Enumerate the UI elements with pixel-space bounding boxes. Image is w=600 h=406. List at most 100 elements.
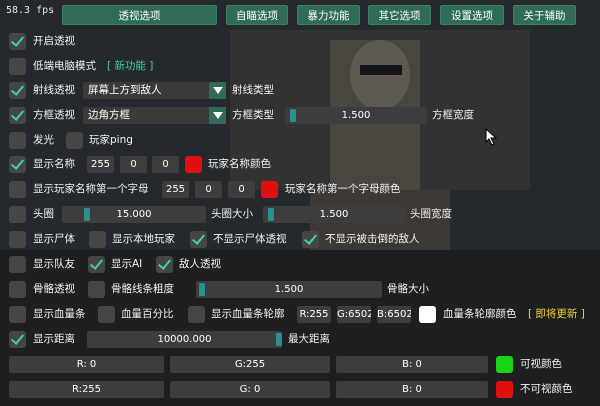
ray-type-label: 射线类型 <box>232 84 274 96</box>
hide-knocked-checkbox[interactable] <box>302 231 319 248</box>
mouse-cursor-icon <box>485 128 498 146</box>
name-color-g[interactable]: 0 <box>120 156 147 173</box>
show-local-label: 显示本地玩家 <box>112 233 175 245</box>
max-distance-label: 最大距离 <box>288 333 330 345</box>
visible-color-b[interactable]: B: 0 <box>336 356 488 373</box>
name-color-r[interactable]: 255 <box>87 156 114 173</box>
box-type-value: 边角方框 <box>88 109 130 121</box>
show-team-label: 显示队友 <box>33 258 75 270</box>
invisible-color-swatch[interactable] <box>496 381 513 398</box>
esp-enable-label: 开启透视 <box>33 35 75 47</box>
head-circle-checkbox[interactable] <box>9 206 26 223</box>
hp-outline-color-label: 血量条轮廓颜色 <box>443 308 517 320</box>
hide-corpse-esp-checkbox[interactable] <box>190 231 207 248</box>
first-char-checkbox[interactable] <box>9 181 26 198</box>
tab-esp[interactable]: 透视选项 <box>62 5 217 25</box>
show-name-label: 显示名称 <box>33 158 75 170</box>
hp-outline-r[interactable]: R:255 <box>297 306 331 323</box>
bone-esp-checkbox[interactable] <box>9 281 26 298</box>
box-type-select[interactable]: 边角方框 <box>83 107 226 124</box>
max-distance-slider[interactable]: 10000.000 <box>87 331 282 348</box>
head-width-label: 头圈宽度 <box>410 208 452 220</box>
coming-soon-tag: [ 即将更新 ] <box>528 308 585 320</box>
enemy-esp-label: 敌人透视 <box>179 258 221 270</box>
name-color-b[interactable]: 0 <box>152 156 179 173</box>
ray-type-select[interactable]: 屏幕上方到敌人 <box>83 82 226 99</box>
hp-outline-b[interactable]: B:65025 <box>377 306 411 323</box>
show-corpse-checkbox[interactable] <box>9 231 26 248</box>
bone-thickness-checkbox[interactable] <box>88 281 105 298</box>
bone-esp-label: 骨骼透视 <box>33 283 75 295</box>
slider-handle[interactable] <box>199 283 205 296</box>
ray-esp-checkbox[interactable] <box>9 82 26 99</box>
box-esp-checkbox[interactable] <box>9 107 26 124</box>
first-char-label: 显示玩家名称第一个字母 <box>33 183 149 195</box>
visible-color-g[interactable]: G:255 <box>170 356 330 373</box>
show-distance-label: 显示距离 <box>33 333 75 345</box>
hp-percent-label: 血量百分比 <box>121 308 174 320</box>
hp-percent-checkbox[interactable] <box>98 306 115 323</box>
max-distance-value: 10000.000 <box>157 334 212 345</box>
chevron-down-icon <box>209 107 226 124</box>
head-circle-label: 头圈 <box>33 208 54 220</box>
tab-about[interactable]: 关于辅助 <box>513 5 576 25</box>
hide-knocked-label: 不显示被击倒的敌人 <box>325 233 420 245</box>
first-char-color-b[interactable]: 0 <box>228 181 255 198</box>
show-name-checkbox[interactable] <box>9 156 26 173</box>
name-color-label: 玩家名称颜色 <box>208 158 271 170</box>
bone-size-value: 1.500 <box>274 284 304 295</box>
first-char-color-label: 玩家名称第一个字母颜色 <box>285 183 401 195</box>
head-width-value: 1.500 <box>319 209 349 220</box>
glow-label: 发光 <box>33 134 54 146</box>
hp-outline-checkbox[interactable] <box>188 306 205 323</box>
invisible-color-b[interactable]: B: 0 <box>336 381 488 398</box>
show-ai-checkbox[interactable] <box>88 256 105 273</box>
bone-size-slider[interactable]: 1.500 <box>196 281 382 298</box>
head-size-slider[interactable]: 15.000 <box>62 206 206 223</box>
slider-handle[interactable] <box>276 333 282 346</box>
show-hp-label: 显示血量条 <box>33 308 86 320</box>
bone-thickness-label: 骨骼线条粗度 <box>111 283 174 295</box>
tab-settings[interactable]: 设置选项 <box>440 5 504 25</box>
tab-rage[interactable]: 暴力功能 <box>297 5 360 25</box>
enemy-esp-checkbox[interactable] <box>156 256 173 273</box>
first-char-color-r[interactable]: 255 <box>162 181 189 198</box>
box-width-slider[interactable]: 1.500 <box>285 107 427 124</box>
tab-misc[interactable]: 其它选项 <box>368 5 431 25</box>
box-width-value: 1.500 <box>341 110 371 121</box>
glow-checkbox[interactable] <box>9 132 26 149</box>
name-color-swatch[interactable] <box>185 156 202 173</box>
visible-color-r[interactable]: R: 0 <box>9 356 164 373</box>
bone-size-label: 骨骼大小 <box>387 283 429 295</box>
esp-enable-checkbox[interactable] <box>9 33 26 50</box>
invisible-color-g[interactable]: G: 0 <box>170 381 330 398</box>
invisible-color-r[interactable]: R:255 <box>9 381 164 398</box>
ping-checkbox[interactable] <box>66 132 83 149</box>
hp-outline-g[interactable]: G:65025 <box>337 306 371 323</box>
slider-handle[interactable] <box>290 109 296 122</box>
hp-outline-swatch[interactable] <box>419 306 436 323</box>
show-ai-label: 显示AI <box>111 258 143 270</box>
tab-aimbot[interactable]: 自瞄选项 <box>226 5 288 25</box>
show-local-checkbox[interactable] <box>89 231 106 248</box>
first-char-color-g[interactable]: 0 <box>195 181 222 198</box>
show-distance-checkbox[interactable] <box>9 331 26 348</box>
fps-counter: 58.3 fps <box>6 5 55 16</box>
slider-handle[interactable] <box>84 208 90 221</box>
head-size-label: 头圈大小 <box>211 208 253 220</box>
show-corpse-label: 显示尸体 <box>33 233 75 245</box>
visible-color-swatch[interactable] <box>496 356 513 373</box>
box-type-label: 方框类型 <box>232 109 274 121</box>
head-width-slider[interactable]: 1.500 <box>263 206 405 223</box>
show-hp-checkbox[interactable] <box>9 306 26 323</box>
ray-esp-label: 射线透视 <box>33 84 75 96</box>
slider-handle[interactable] <box>268 208 274 221</box>
box-esp-label: 方框透视 <box>33 109 75 121</box>
box-width-label: 方框宽度 <box>432 109 474 121</box>
low-pc-checkbox[interactable] <box>9 58 26 75</box>
chevron-down-icon <box>209 82 226 99</box>
hide-corpse-esp-label: 不显示尸体透视 <box>213 233 287 245</box>
show-team-checkbox[interactable] <box>9 256 26 273</box>
first-char-color-swatch[interactable] <box>261 181 278 198</box>
new-feature-tag: [ 新功能 ] <box>107 60 154 72</box>
